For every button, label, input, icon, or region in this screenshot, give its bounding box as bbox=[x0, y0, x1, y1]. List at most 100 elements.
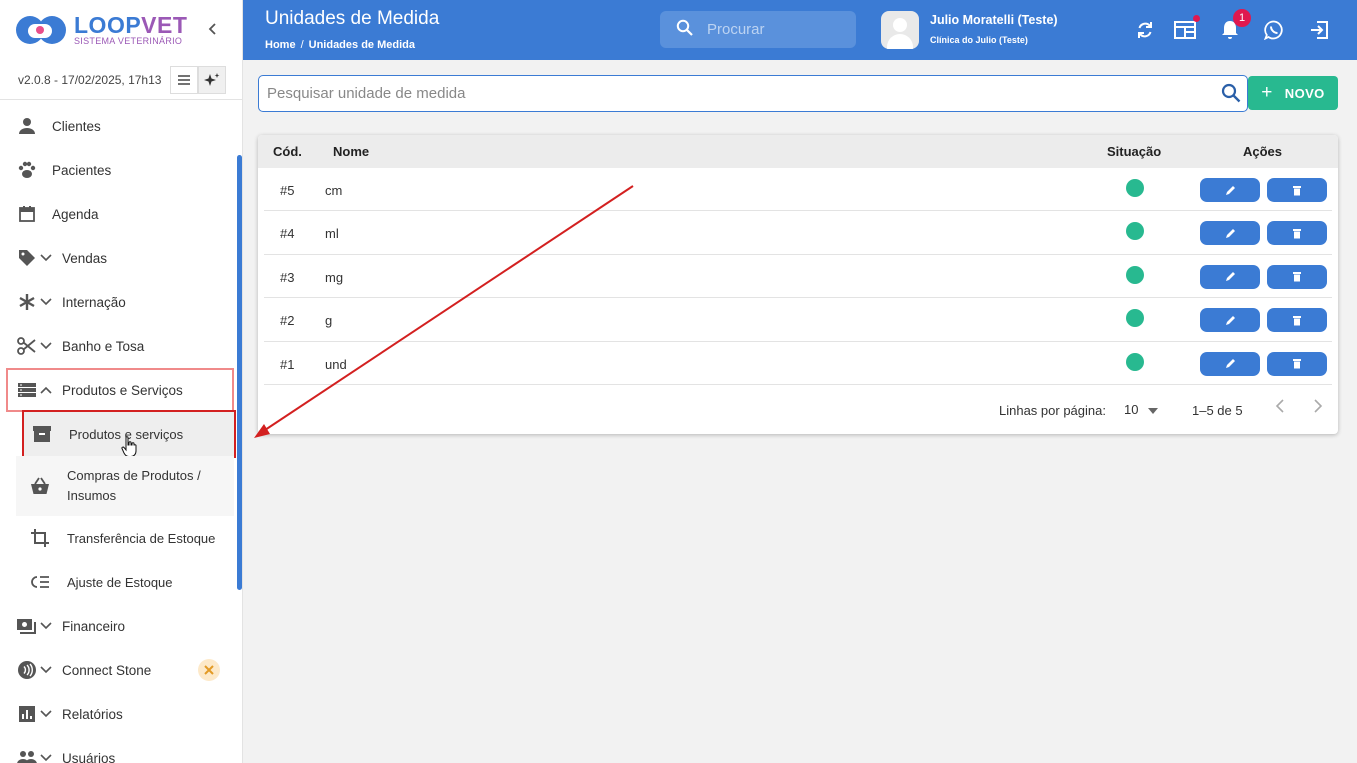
sidebar-item-connect-stone[interactable]: Connect Stone bbox=[0, 648, 242, 692]
delete-button[interactable] bbox=[1267, 308, 1327, 333]
sidebar-item-label: Produtos e Serviços bbox=[62, 382, 183, 398]
cell-cod: #2 bbox=[280, 313, 295, 329]
chevron-left-icon bbox=[208, 23, 216, 35]
sidebar-item-relatorios[interactable]: Relatórios bbox=[0, 692, 242, 736]
prev-page-button[interactable] bbox=[1275, 399, 1285, 418]
archive-icon bbox=[30, 422, 54, 446]
col-situacao[interactable]: Situação bbox=[1107, 144, 1161, 159]
sync-button[interactable] bbox=[1133, 18, 1157, 42]
cell-nome: ml bbox=[325, 226, 339, 242]
sidebar-subitem-label: Compras de Produtos / Insumos bbox=[67, 468, 201, 503]
add-unit-button[interactable]: + NOVO bbox=[1248, 76, 1338, 110]
edit-button[interactable] bbox=[1200, 264, 1260, 289]
avatar[interactable] bbox=[881, 11, 919, 49]
sidebar-item-banho-e-tosa[interactable]: Banho e Tosa bbox=[0, 324, 242, 368]
cell-cod: #1 bbox=[280, 356, 295, 372]
logout-button[interactable] bbox=[1307, 18, 1331, 42]
edit-button[interactable] bbox=[1200, 351, 1260, 376]
sidebar-subitem-ajuste[interactable]: Ajuste de Estoque bbox=[16, 560, 242, 604]
sidebar-item-vendas[interactable]: Vendas bbox=[0, 236, 242, 280]
notification-count-badge: 1 bbox=[1233, 9, 1251, 27]
pencil-icon bbox=[1225, 228, 1235, 238]
search-icon[interactable] bbox=[1221, 83, 1241, 108]
status-indicator bbox=[1126, 179, 1144, 197]
col-cod[interactable]: Cód. bbox=[273, 144, 302, 159]
cell-cod: #4 bbox=[280, 226, 295, 242]
logo-mark-icon bbox=[16, 14, 72, 46]
trash-icon bbox=[1293, 272, 1301, 282]
sidebar-item-financeiro[interactable]: Financeiro bbox=[0, 604, 242, 648]
tag-icon bbox=[16, 247, 38, 269]
brand-sub: SISTEMA VETERINÁRIO bbox=[74, 36, 183, 46]
sidebar-item-clientes[interactable]: Clientes bbox=[0, 104, 242, 148]
contactless-icon bbox=[16, 659, 38, 681]
page-title: Unidades de Medida bbox=[265, 8, 440, 29]
crop-icon bbox=[28, 526, 52, 550]
storage-icon bbox=[16, 379, 38, 401]
sidebar-item-label: Pacientes bbox=[52, 162, 112, 178]
global-search[interactable] bbox=[660, 11, 856, 48]
whatsapp-button[interactable] bbox=[1262, 18, 1286, 42]
sidebar-item-produtos-e-servicos[interactable]: Produtos e Serviços bbox=[6, 368, 234, 412]
version-text: v2.0.8 - 17/02/2025, 17h13 bbox=[18, 72, 162, 87]
sidebar-item-label: Internação bbox=[62, 294, 126, 310]
brand-loop: LOOP bbox=[74, 12, 142, 38]
sidebar-item-label: Vendas bbox=[62, 250, 108, 266]
sidebar-subitem-compras[interactable]: Compras de Produtos / Insumos bbox=[16, 456, 234, 516]
top-header: Unidades de Medida Home / Unidades de Medi… bbox=[243, 0, 1357, 60]
rows-per-page-label: Linhas por página: bbox=[999, 402, 1106, 418]
breadcrumb-current: Unidades de Medida bbox=[308, 39, 415, 51]
sparkle-icon bbox=[204, 73, 220, 86]
pencil-icon bbox=[1225, 185, 1235, 195]
dashboard-icon bbox=[1174, 21, 1196, 39]
table-row: #1 und bbox=[264, 342, 1332, 385]
search-icon bbox=[676, 19, 693, 41]
status-indicator bbox=[1126, 222, 1144, 241]
sidebar: LOOPVET SISTEMA VETERINÁRIO v2.0.8 - 17/… bbox=[0, 0, 243, 763]
col-nome[interactable]: Nome bbox=[333, 144, 369, 159]
collapse-sidebar-button[interactable] bbox=[206, 20, 220, 41]
menu-icon bbox=[178, 75, 190, 85]
dashboard-button[interactable] bbox=[1173, 15, 1200, 42]
sidebar-item-usuarios[interactable]: Usuários bbox=[0, 736, 242, 763]
chevron-down-icon bbox=[40, 707, 52, 721]
chevron-down-icon bbox=[40, 663, 52, 677]
cell-nome: mg bbox=[325, 269, 344, 285]
chevron-down-icon bbox=[40, 751, 52, 763]
sidebar-item-agenda[interactable]: Agenda bbox=[0, 192, 242, 236]
sidebar-item-pacientes[interactable]: Pacientes bbox=[0, 148, 242, 192]
unit-search-field[interactable] bbox=[258, 75, 1248, 112]
sidebar-subitem-transferencia[interactable]: Transferência de Estoque bbox=[16, 516, 242, 560]
col-acoes: Ações bbox=[1243, 144, 1283, 159]
notifications-button[interactable]: 1 bbox=[1218, 9, 1251, 42]
delete-button[interactable] bbox=[1267, 351, 1327, 376]
edit-button[interactable] bbox=[1200, 308, 1260, 333]
group-icon bbox=[16, 747, 38, 763]
ai-sparkle-button[interactable] bbox=[198, 66, 226, 94]
menu-toggle-button[interactable] bbox=[170, 66, 198, 94]
sidebar-item-label: Connect Stone bbox=[62, 662, 152, 678]
sidebar-item-label: Banho e Tosa bbox=[62, 338, 145, 354]
delete-button[interactable] bbox=[1267, 221, 1327, 246]
chart-icon bbox=[16, 703, 38, 725]
delete-button[interactable] bbox=[1267, 264, 1327, 289]
edit-button[interactable] bbox=[1200, 178, 1260, 202]
sidebar-subitem-produtos-e-servicos[interactable]: Produtos e serviços bbox=[22, 410, 236, 458]
sidebar-item-internacao[interactable]: Internação bbox=[0, 280, 242, 324]
version-row: v2.0.8 - 17/02/2025, 17h13 bbox=[0, 60, 242, 100]
chevron-right-icon bbox=[1314, 399, 1323, 413]
sidebar-subitem-label: Ajuste de Estoque bbox=[67, 574, 173, 590]
chevron-down-icon bbox=[40, 619, 52, 633]
delete-button[interactable] bbox=[1267, 178, 1327, 202]
rows-per-page-select[interactable]: 10 bbox=[1124, 402, 1159, 417]
next-page-button[interactable] bbox=[1313, 399, 1323, 418]
breadcrumb-home[interactable]: Home bbox=[265, 39, 296, 51]
unit-search-input[interactable] bbox=[267, 85, 1207, 102]
edit-button[interactable] bbox=[1200, 221, 1260, 246]
brand-vet: VET bbox=[141, 12, 188, 38]
user-name[interactable]: Julio Moratelli (Teste) bbox=[930, 13, 1058, 27]
global-search-input[interactable] bbox=[707, 21, 837, 38]
table-row: #3 mg bbox=[264, 255, 1332, 299]
trash-icon bbox=[1293, 185, 1301, 195]
scissors-icon bbox=[16, 335, 38, 357]
